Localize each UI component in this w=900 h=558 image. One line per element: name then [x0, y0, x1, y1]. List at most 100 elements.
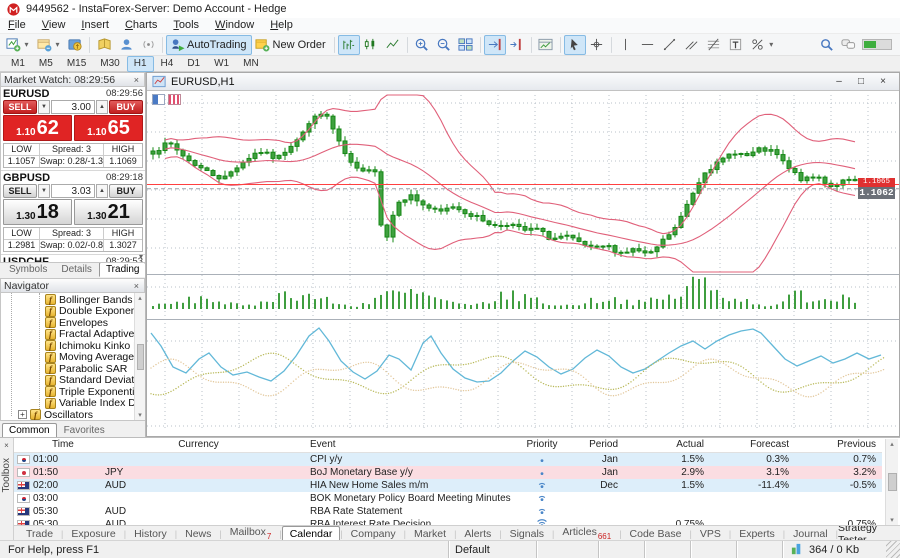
close-button[interactable]: ×: [877, 76, 889, 87]
toolbar-button[interactable]: [64, 35, 86, 55]
toolbar-button[interactable]: ▾: [2, 35, 33, 55]
menu-item[interactable]: File: [0, 18, 34, 33]
scrollbar-thumb[interactable]: [888, 473, 897, 491]
toolbar-button[interactable]: [637, 35, 659, 55]
toolbar-button[interactable]: [411, 35, 433, 55]
toolbox-tab[interactable]: History: [126, 526, 175, 542]
navigator-tab[interactable]: Favorites: [57, 423, 112, 438]
dropdown-caret-icon[interactable]: ▾: [23, 40, 30, 49]
toolbox-tab[interactable]: Mailbox7: [222, 525, 280, 541]
close-icon[interactable]: ×: [132, 281, 141, 291]
menu-item[interactable]: Charts: [117, 18, 165, 33]
column-header[interactable]: Priority: [518, 439, 566, 452]
toolbar-button[interactable]: [338, 35, 360, 55]
navigator-item[interactable]: + f Parabolic SAR: [1, 363, 145, 375]
volume-up-stepper[interactable]: ▲: [96, 100, 108, 114]
toolbar-button[interactable]: [433, 35, 455, 55]
timeframe-button[interactable]: M15: [60, 56, 93, 72]
sell-button[interactable]: SELL: [3, 184, 37, 198]
timeframe-button[interactable]: M5: [32, 56, 60, 72]
strategy-tester-label[interactable]: Strategy Tester: [838, 525, 900, 541]
dropdown-caret-icon[interactable]: ▾: [54, 40, 61, 49]
navigator-item[interactable]: + f Oscillators: [1, 409, 145, 420]
toolbox-tab[interactable]: Articles661: [554, 525, 619, 541]
toolbar-button[interactable]: [586, 35, 608, 55]
toolbar-button[interactable]: [162, 37, 163, 53]
search-button[interactable]: [818, 37, 834, 53]
scrollbar-thumb[interactable]: [137, 344, 144, 370]
toolbox-tab[interactable]: Alerts: [456, 526, 499, 542]
timeframe-button[interactable]: M30: [93, 56, 126, 72]
toolbar-button[interactable]: [681, 35, 703, 55]
menu-item[interactable]: Help: [262, 18, 301, 33]
timeframe-button[interactable]: MN: [236, 56, 266, 72]
navigator-item[interactable]: + f Bollinger Bands: [1, 294, 145, 306]
toolbar-button[interactable]: [560, 37, 561, 53]
scroll-down-icon[interactable]: ▾: [139, 252, 143, 261]
calendar-row[interactable]: 01:00 CPI y/y Jan 1.5% 0.3% 0.7%: [14, 453, 882, 466]
toolbox-tab[interactable]: VPS: [692, 526, 729, 542]
navigator-item[interactable]: + f Triple Exponential M: [1, 386, 145, 398]
close-icon[interactable]: ×: [132, 75, 141, 85]
maximize-button[interactable]: □: [855, 76, 867, 87]
calendar-row[interactable]: 02:00 AUD HIA New Home Sales m/m Dec 1.5…: [14, 479, 882, 492]
toolbar-button[interactable]: [89, 37, 90, 53]
dropdown-caret-icon[interactable]: ▾: [768, 40, 775, 49]
toolbox-tab[interactable]: Signals: [502, 526, 552, 542]
navigator-item[interactable]: + f Moving Average: [1, 352, 145, 364]
toolbox-tab[interactable]: Market: [406, 526, 454, 542]
expand-icon[interactable]: +: [18, 410, 27, 419]
chart-canvas[interactable]: 1.1065 1.1062: [147, 91, 899, 436]
navigator-item[interactable]: + f Fractal Adaptive Mo: [1, 329, 145, 341]
market-watch-tab[interactable]: Details: [54, 262, 99, 277]
toolbar-button[interactable]: [615, 35, 637, 55]
ask-price-box[interactable]: 1.3021: [74, 199, 143, 225]
bid-price-box[interactable]: 1.1062: [3, 115, 72, 141]
toolbox-tab[interactable]: Code Base: [622, 526, 690, 542]
timeframe-button[interactable]: D1: [180, 56, 207, 72]
navigator-tab[interactable]: Common: [2, 423, 57, 438]
column-header[interactable]: Currency: [97, 439, 300, 452]
sell-button[interactable]: SELL: [3, 100, 37, 114]
toolbar-button[interactable]: [506, 35, 528, 55]
toolbar-button[interactable]: [382, 35, 404, 55]
column-header[interactable]: Event: [300, 439, 518, 452]
toolbar-button[interactable]: [703, 35, 725, 55]
navigator-scrollbar[interactable]: ▴ ▾: [134, 293, 145, 420]
navigator-item[interactable]: + f Envelopes: [1, 317, 145, 329]
column-header[interactable]: Actual: [624, 439, 710, 452]
toolbar-button[interactable]: [455, 35, 477, 55]
volume-down-stepper[interactable]: ▼: [38, 184, 50, 198]
menu-item[interactable]: Insert: [73, 18, 117, 33]
toolbox-tab[interactable]: News: [177, 526, 219, 542]
toolbar-button[interactable]: [93, 35, 115, 55]
toolbox-tab[interactable]: Exposure: [63, 526, 123, 542]
market-watch-tab[interactable]: Symbols: [2, 262, 54, 277]
menu-item[interactable]: View: [34, 18, 74, 33]
toolbar-button[interactable]: [334, 37, 335, 53]
navigator-item[interactable]: + f Variable Index Dyna: [1, 398, 145, 410]
calendar-row[interactable]: 05:30 AUD RBA Rate Statement: [14, 505, 882, 518]
buy-button[interactable]: BUY: [109, 100, 143, 114]
resize-grip[interactable]: [886, 541, 900, 558]
minimize-button[interactable]: –: [833, 76, 845, 87]
timeframe-button[interactable]: W1: [207, 56, 236, 72]
toolbar-button[interactable]: [480, 37, 481, 53]
column-header[interactable]: Period: [566, 439, 624, 452]
chart-mini-icon[interactable]: [168, 94, 181, 105]
toolbar-button[interactable]: ▾: [33, 35, 64, 55]
timeframe-button[interactable]: H1: [127, 56, 154, 72]
column-header[interactable]: Time: [14, 439, 97, 452]
toolbar-button[interactable]: New Order: [252, 35, 331, 55]
chat-button[interactable]: [840, 37, 856, 53]
toolbar-button[interactable]: [407, 37, 408, 53]
market-watch-tab[interactable]: Trading: [99, 262, 145, 277]
column-header[interactable]: Previous: [795, 439, 882, 452]
toolbar-button[interactable]: [484, 35, 506, 55]
calendar-row[interactable]: 03:00 BOK Monetary Policy Board Meeting …: [14, 492, 882, 505]
menu-item[interactable]: Window: [207, 18, 262, 33]
menu-item[interactable]: Tools: [165, 18, 207, 33]
navigator-item[interactable]: + f Double Exponential M: [1, 306, 145, 318]
volume-up-stepper[interactable]: ▲: [96, 184, 108, 198]
calendar-row[interactable]: 01:50 JPY BoJ Monetary Base y/y Jan 2.9%…: [14, 466, 882, 479]
